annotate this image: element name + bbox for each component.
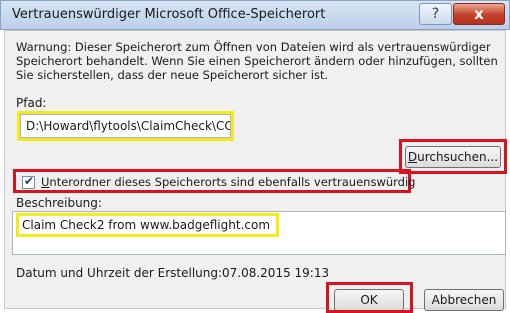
warning-text: Warnung: Dieser Speicherort zum Öffnen v… — [16, 40, 498, 82]
description-input[interactable]: Claim Check2 from www.badgeflight.com — [16, 213, 279, 237]
subfolders-label[interactable]: Unterordner dieses Speicherorts sind ebe… — [41, 175, 415, 189]
title-bar: Vertrauenswürdiger Microsoft Office-Spei… — [0, 0, 510, 30]
ok-highlight — [326, 282, 413, 313]
subfolders-label-text: nterordner dieses Speicherorts sind eben… — [49, 175, 416, 189]
close-button[interactable]: x — [453, 3, 505, 25]
created-value: 07.08.2015 19:13 — [222, 266, 330, 280]
path-label: Pfad: — [16, 96, 47, 110]
check-icon: ✔ — [24, 174, 35, 188]
trusted-location-dialog: Vertrauenswürdiger Microsoft Office-Spei… — [0, 0, 510, 313]
description-box[interactable]: Claim Check2 from www.badgeflight.com — [12, 211, 506, 255]
close-icon: x — [474, 5, 484, 23]
browse-highlight — [399, 139, 507, 174]
cancel-button[interactable]: Abbrechen — [424, 289, 504, 311]
path-input[interactable]: D:\Howard\flytools\ClaimCheck\CC2 — [17, 111, 234, 141]
subfolders-checkbox[interactable]: ✔ — [22, 174, 35, 189]
description-label: Beschreibung: — [16, 196, 102, 210]
help-icon: ? — [431, 6, 440, 22]
created-label: Datum und Uhrzeit der Erstellung: — [16, 266, 223, 280]
help-button[interactable]: ? — [419, 3, 452, 25]
dialog-title: Vertrauenswürdiger Microsoft Office-Spei… — [12, 7, 326, 22]
